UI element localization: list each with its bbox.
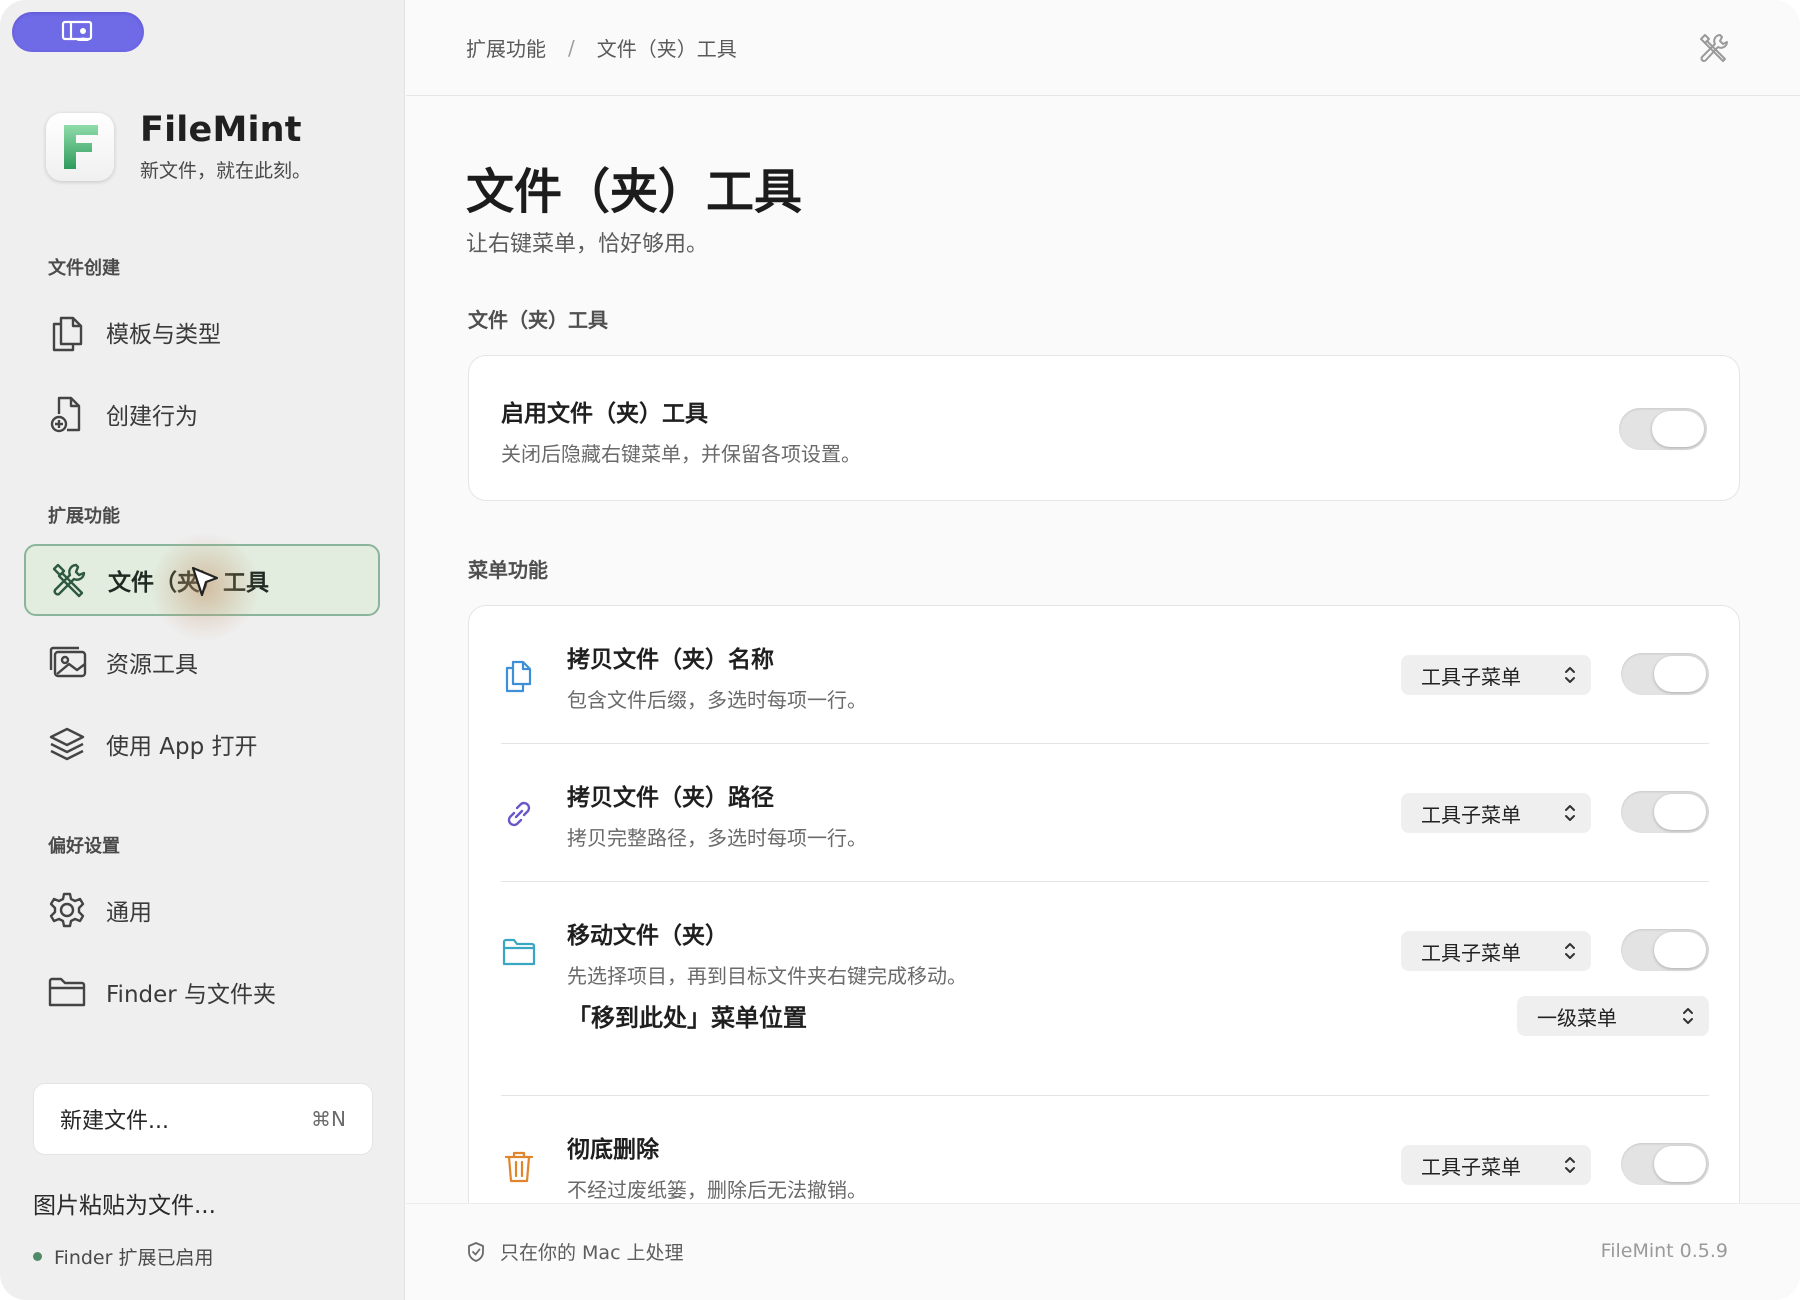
feature-toggle[interactable]	[1621, 929, 1709, 971]
status-dot-icon	[33, 1252, 42, 1261]
row-desc: 不经过废纸篓，删除后无法撤销。	[567, 1178, 867, 1202]
images-icon	[46, 641, 88, 683]
menu-position-select[interactable]: 工具子菜单	[1401, 655, 1591, 695]
sidebar-item-label: 模板与类型	[106, 322, 221, 348]
sidebar-item-finder-folders[interactable]: Finder 与文件夹	[24, 956, 380, 1028]
sidebar-item-templates[interactable]: 模板与类型	[24, 296, 380, 368]
sidebar-item-open-with-app[interactable]: 使用 App 打开	[24, 708, 380, 780]
menu-features-card: 拷贝文件（夹）名称 包含文件后缀，多选时每项一行。 工具子菜单 拷贝文件（夹）路…	[468, 605, 1740, 1205]
files-icon	[46, 311, 88, 353]
row-desc: 拷贝完整路径，多选时每项一行。	[567, 826, 867, 850]
app-window: FileMint 新文件，就在此刻。 文件创建 模板与类型 创建行为 扩展功能 …	[0, 0, 1800, 1300]
enable-tools-desc: 关闭后隐藏右键菜单，并保留各项设置。	[501, 442, 861, 466]
group-label-tools: 文件（夹）工具	[468, 308, 608, 332]
menu-row-delete: 彻底删除 不经过废纸篓，删除后无法撤销。 工具子菜单	[469, 1096, 1739, 1205]
select-value: 一级菜单	[1537, 1005, 1617, 1030]
tools-icon	[48, 559, 90, 601]
pointer-cursor-icon	[191, 566, 219, 597]
menu-row-copy-path: 拷贝文件（夹）路径 拷贝完整路径，多选时每项一行。 工具子菜单	[469, 744, 1739, 882]
row-desc: 先选择项目，再到目标文件夹右键完成移动。	[567, 964, 967, 988]
chevron-up-down-icon	[1683, 1008, 1693, 1024]
menu-row-copy-name: 拷贝文件（夹）名称 包含文件后缀，多选时每项一行。 工具子菜单	[469, 606, 1739, 744]
enable-tools-card: 启用文件（夹）工具 关闭后隐藏右键菜单，并保留各项设置。	[468, 355, 1740, 501]
link-icon	[507, 801, 531, 827]
breadcrumb-item-current: 文件（夹）工具	[596, 37, 737, 61]
select-value: 工具子菜单	[1421, 802, 1521, 827]
app-tagline: 新文件，就在此刻。	[140, 160, 312, 182]
paste-image-as-file-link[interactable]: 图片粘贴为文件...	[33, 1186, 216, 1220]
enable-tools-title: 启用文件（夹）工具	[501, 401, 708, 427]
sidebar-item-label: 使用 App 打开	[106, 734, 258, 760]
select-value: 工具子菜单	[1421, 1154, 1521, 1179]
version-label: FileMint 0.5.9	[1600, 1240, 1728, 1262]
page-subtitle: 让右键菜单，恰好够用。	[466, 232, 709, 257]
feature-toggle[interactable]	[1621, 653, 1709, 695]
chevron-up-down-icon	[1565, 943, 1575, 959]
copy-files-icon	[505, 660, 532, 693]
breadcrumb-item-extensions[interactable]: 扩展功能	[466, 33, 546, 62]
enable-tools-toggle[interactable]	[1619, 408, 1707, 450]
menu-row-move: 移动文件（夹） 先选择项目，再到目标文件夹右键完成移动。 工具子菜单 「移到此处…	[469, 882, 1739, 1096]
file-plus-icon	[46, 393, 88, 435]
row-title: 拷贝文件（夹）名称	[567, 647, 774, 673]
shield-check-icon	[468, 1241, 484, 1262]
feature-toggle[interactable]	[1621, 1143, 1709, 1185]
folder-icon	[502, 938, 536, 966]
top-bar: 扩展功能 / 文件（夹）工具	[406, 0, 1800, 96]
sidebar-toggle-icon	[61, 20, 93, 41]
section-label-preferences: 偏好设置	[48, 836, 120, 857]
new-file-button[interactable]: 新建文件... ⌘N	[33, 1083, 373, 1155]
sidebar-item-general[interactable]: 通用	[24, 874, 380, 946]
status-text: Finder 扩展已启用	[54, 1247, 214, 1269]
row-title: 拷贝文件（夹）路径	[567, 785, 774, 811]
sidebar-toggle-button[interactable]	[12, 12, 144, 52]
finder-extension-status: Finder 扩展已启用	[33, 1243, 213, 1270]
app-logo	[46, 112, 114, 181]
feature-toggle[interactable]	[1621, 791, 1709, 833]
group-label-menu: 菜单功能	[468, 558, 548, 582]
app-header: FileMint 新文件，就在此刻。	[46, 110, 311, 183]
page-title: 文件（夹）工具	[466, 164, 803, 220]
row-desc: 包含文件后缀，多选时每项一行。	[567, 688, 867, 712]
privacy-text: 只在你的 Mac 上处理	[500, 1242, 684, 1264]
section-label-extensions: 扩展功能	[48, 506, 120, 527]
menu-position-select[interactable]: 工具子菜单	[1401, 793, 1591, 833]
tools-icon[interactable]	[1698, 32, 1730, 64]
layers-icon	[46, 723, 88, 765]
select-value: 工具子菜单	[1421, 940, 1521, 965]
menu-position-select[interactable]: 工具子菜单	[1401, 931, 1591, 971]
new-file-shortcut: ⌘N	[311, 1107, 346, 1131]
app-name: FileMint	[140, 110, 302, 150]
select-value: 工具子菜单	[1421, 664, 1521, 689]
privacy-note: 只在你的 Mac 上处理	[466, 1238, 684, 1265]
sidebar-item-label: 资源工具	[106, 652, 198, 678]
breadcrumb-separator: /	[568, 35, 575, 60]
sidebar-item-label: 通用	[106, 900, 152, 926]
trash-icon	[504, 1151, 534, 1183]
gear-icon	[46, 889, 88, 931]
move-here-position-label: 「移到此处」菜单位置	[567, 1004, 807, 1032]
sidebar-item-label: 创建行为	[106, 404, 198, 430]
sidebar-item-label: Finder 与文件夹	[106, 982, 277, 1008]
folder-icon	[46, 971, 88, 1013]
new-file-label: 新建文件...	[60, 1109, 169, 1134]
row-title: 移动文件（夹）	[567, 923, 728, 949]
sidebar-item-create-behavior[interactable]: 创建行为	[24, 378, 380, 450]
chevron-up-down-icon	[1565, 805, 1575, 821]
move-here-position-select[interactable]: 一级菜单	[1517, 996, 1709, 1036]
chevron-up-down-icon	[1565, 1157, 1575, 1173]
menu-position-select[interactable]: 工具子菜单	[1401, 1145, 1591, 1185]
sidebar: FileMint 新文件，就在此刻。 文件创建 模板与类型 创建行为 扩展功能 …	[0, 0, 405, 1300]
main-content: 扩展功能 / 文件（夹）工具 文件（夹）工具 让右键菜单，恰好够用。 文件（夹）…	[406, 0, 1800, 1300]
chevron-up-down-icon	[1565, 667, 1575, 683]
section-label-file-creation: 文件创建	[48, 258, 120, 279]
row-title: 彻底删除	[567, 1137, 659, 1163]
